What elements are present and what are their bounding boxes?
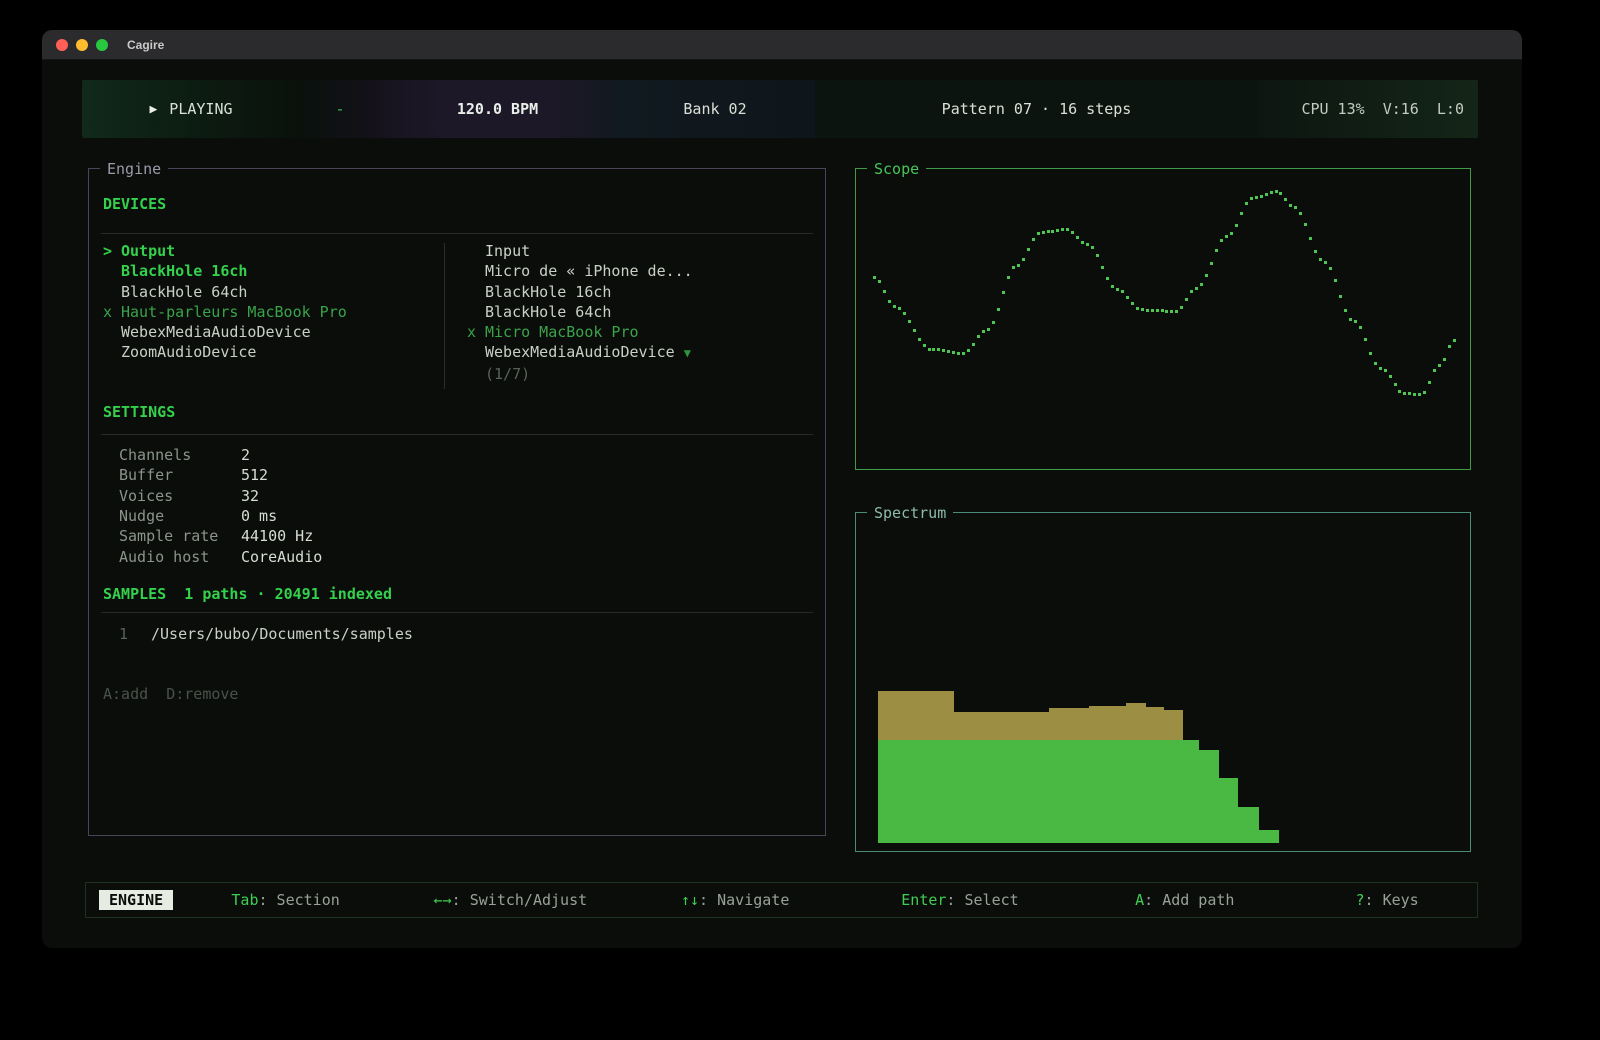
key-hint: Tab: Section [173, 891, 398, 909]
samples-key-hint: A:add D:remove [103, 685, 238, 703]
list-item[interactable]: WebexMediaAudioDevice ▼ [467, 342, 807, 363]
setting-row[interactable]: Channels2 [119, 445, 250, 465]
key-hint: ←→: Switch/Adjust [398, 891, 623, 909]
scope-waveform [856, 169, 1470, 469]
list-item[interactable]: BlackHole 16ch [103, 261, 433, 281]
spectrum-panel-title: Spectrum [867, 503, 953, 523]
key-hint: Enter: Select [848, 891, 1073, 909]
engine-panel: Engine DEVICES >Output BlackHole 16ch Bl… [88, 168, 826, 836]
scope-panel: Scope [855, 168, 1471, 470]
input-header[interactable]: Input [467, 241, 807, 261]
key-hint: ↑↓: Navigate [623, 891, 848, 909]
mode-badge: ENGINE [99, 890, 173, 910]
divider [101, 434, 813, 435]
zoom-button-icon[interactable] [96, 39, 108, 51]
setting-row[interactable]: Audio hostCoreAudio [119, 547, 322, 567]
list-item[interactable]: WebexMediaAudioDevice [103, 322, 433, 342]
transport-label: PLAYING [169, 100, 232, 118]
divider [101, 233, 813, 234]
column-divider [444, 243, 445, 389]
output-device-list: >Output BlackHole 16ch BlackHole 64ch xH… [103, 241, 433, 363]
list-item[interactable]: BlackHole 16ch [467, 282, 807, 302]
cursor-icon: > [103, 241, 121, 261]
pattern-display: Pattern 07 · 16 steps [815, 80, 1258, 138]
status-bar: ▶ PLAYING - 120.0 BPM Bank 02 Pattern 07 … [82, 80, 1478, 138]
bpm-display: 120.0 BPM [380, 80, 615, 138]
setting-row[interactable]: Nudge0 ms [119, 506, 277, 526]
footer-keybar: ENGINE Tab: Section ←→: Switch/Adjust ↑↓… [85, 882, 1478, 918]
key-hint: A: Add path [1072, 891, 1297, 909]
setting-row[interactable]: Buffer512 [119, 465, 268, 485]
list-item[interactable]: ZoomAudioDevice [103, 342, 433, 362]
list-item[interactable]: xHaut-parleurs MacBook Pro [103, 302, 433, 322]
output-header[interactable]: >Output [103, 241, 433, 261]
bank-display: Bank 02 [615, 80, 815, 138]
sample-path-row[interactable]: 1/Users/bubo/Documents/samples [119, 625, 413, 643]
level-indicator: - [300, 80, 380, 138]
key-hint: ?: Keys [1297, 891, 1477, 909]
list-item[interactable]: Micro de « iPhone de... [467, 261, 807, 281]
play-icon: ▶ [149, 102, 157, 117]
minimize-button-icon[interactable] [76, 39, 88, 51]
list-item[interactable]: xMicro MacBook Pro [467, 322, 807, 342]
spectrum-bars [878, 691, 1279, 843]
samples-heading: SAMPLES 1 paths · 20491 indexed [103, 585, 392, 603]
transport-status: ▶ PLAYING [82, 80, 300, 138]
close-button-icon[interactable] [56, 39, 68, 51]
more-below-icon: ▼ [684, 346, 691, 360]
input-device-list: Input Micro de « iPhone de... BlackHole … [467, 241, 807, 384]
app-window: Cagire ▶ PLAYING - 120.0 BPM Bank 02 Patt… [42, 30, 1522, 948]
settings-heading: SETTINGS [103, 403, 175, 421]
setting-row[interactable]: Voices32 [119, 486, 259, 506]
cpu-stats: CPU 13% V:16 L:0 [1258, 80, 1478, 138]
spectrum-panel: Spectrum [855, 512, 1471, 852]
list-item[interactable]: BlackHole 64ch [103, 282, 433, 302]
list-pagination: (1/7) [467, 364, 807, 384]
setting-row[interactable]: Sample rate44100 Hz [119, 526, 313, 546]
window-title: Cagire [127, 38, 164, 52]
divider [101, 612, 813, 613]
devices-heading: DEVICES [103, 195, 166, 213]
titlebar: Cagire [42, 30, 1522, 60]
engine-panel-title: Engine [100, 159, 168, 179]
list-item[interactable]: BlackHole 64ch [467, 302, 807, 322]
